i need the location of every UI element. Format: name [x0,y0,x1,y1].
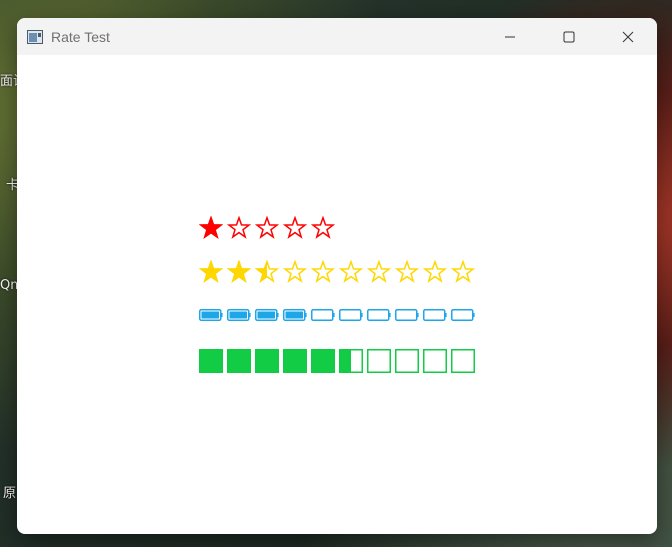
window-title: Rate Test [51,28,110,45]
close-button[interactable] [598,18,657,55]
star-icon[interactable] [367,260,391,284]
star-icon[interactable] [255,260,279,284]
app-window-icon [27,29,43,45]
minimize-icon [504,36,515,37]
star-icon[interactable] [199,260,223,284]
battery-icon[interactable] [255,307,279,323]
red-star-rate[interactable] [199,216,335,240]
title-bar[interactable]: Rate Test [17,18,657,55]
maximize-button[interactable] [539,18,598,55]
star-icon[interactable] [339,260,363,284]
star-icon[interactable] [451,260,475,284]
battery-icon[interactable] [283,307,307,323]
star-icon[interactable] [255,216,279,240]
square-icon[interactable] [199,349,223,373]
star-icon[interactable] [311,260,335,284]
yellow-star-rate[interactable] [199,260,475,284]
battery-icon[interactable] [367,307,391,323]
square-icon[interactable] [311,349,335,373]
square-icon[interactable] [423,349,447,373]
star-icon[interactable] [423,260,447,284]
desktop-label[interactable]: 原 [3,482,16,501]
battery-icon[interactable] [395,307,419,323]
battery-rate[interactable] [199,307,475,323]
star-icon[interactable] [395,260,419,284]
star-icon[interactable] [227,216,251,240]
square-icon[interactable] [283,349,307,373]
square-icon[interactable] [339,349,363,373]
battery-icon[interactable] [423,307,447,323]
battery-icon[interactable] [227,307,251,323]
maximize-icon [563,31,574,42]
star-icon[interactable] [283,216,307,240]
window-content [17,55,657,534]
star-icon[interactable] [227,260,251,284]
battery-icon[interactable] [451,307,475,323]
minimize-button[interactable] [480,18,539,55]
square-icon[interactable] [395,349,419,373]
battery-icon[interactable] [339,307,363,323]
square-icon[interactable] [255,349,279,373]
rate-test-window: Rate Test [17,18,657,534]
battery-icon[interactable] [311,307,335,323]
star-icon[interactable] [283,260,307,284]
star-icon[interactable] [311,216,335,240]
square-icon[interactable] [227,349,251,373]
close-icon [622,31,633,42]
square-icon[interactable] [367,349,391,373]
square-icon[interactable] [451,349,475,373]
block-rate[interactable] [199,349,475,373]
battery-icon[interactable] [199,307,223,323]
star-icon[interactable] [199,216,223,240]
